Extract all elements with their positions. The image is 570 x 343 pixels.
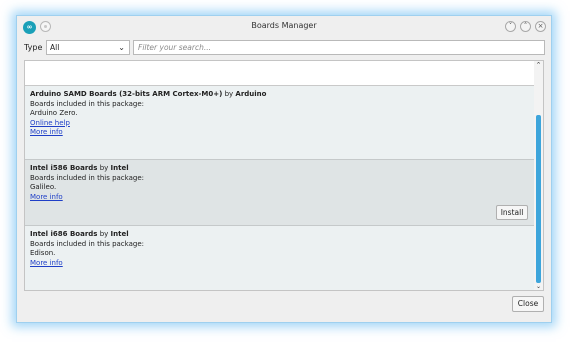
- scroll-up-icon[interactable]: ⌃: [534, 61, 543, 69]
- install-button[interactable]: Install: [496, 205, 528, 220]
- entry-header: Intel i686 Boards by Intel: [30, 230, 530, 240]
- vertical-scrollbar[interactable]: ⌃ ⌄: [534, 61, 543, 290]
- close-window-icon[interactable]: ×: [535, 21, 546, 32]
- board-author: Intel: [110, 230, 129, 238]
- included-label: Boards included in this package:: [30, 239, 144, 248]
- type-label: Type: [24, 43, 43, 52]
- list-item[interactable]: Intel i586 Boards by Intel Boards includ…: [25, 160, 535, 226]
- list-item[interactable]: Arduino SAMD Boards (32-bits ARM Cortex-…: [25, 86, 535, 160]
- more-info-link[interactable]: More info: [30, 193, 63, 201]
- chevron-down-icon: ⌄: [118, 43, 125, 52]
- maximize-icon[interactable]: ˄: [520, 21, 531, 32]
- window-title: Boards Manager: [251, 21, 317, 30]
- included-boards: Arduino Zero.: [30, 109, 78, 117]
- by-label: by: [99, 164, 109, 172]
- minimize-icon[interactable]: ˅: [505, 21, 516, 32]
- by-label: by: [224, 90, 234, 98]
- board-name: Arduino SAMD Boards (32-bits ARM Cortex-…: [30, 90, 223, 98]
- boards-manager-window: ∞ Boards Manager ˅ ˄ × Type All ⌄ Filter…: [16, 15, 552, 323]
- boards-list[interactable]: Arduino SAMD Boards (32-bits ARM Cortex-…: [24, 60, 544, 291]
- included-boards: Galileo.: [30, 183, 57, 191]
- board-name: Intel i686 Boards: [30, 230, 98, 238]
- more-info-link[interactable]: More info: [30, 259, 63, 267]
- list-item[interactable]: [25, 61, 535, 86]
- entry-header: Intel i586 Boards by Intel: [30, 164, 530, 174]
- search-input[interactable]: Filter your search...: [133, 40, 545, 55]
- type-selected-value: All: [50, 43, 60, 52]
- online-help-link[interactable]: Online help: [30, 119, 70, 127]
- close-button[interactable]: Close: [512, 296, 544, 312]
- included-boards: Edison.: [30, 249, 56, 257]
- more-info-link[interactable]: More info: [30, 128, 63, 136]
- board-author: Arduino: [235, 90, 267, 98]
- scrollbar-thumb[interactable]: [536, 115, 541, 283]
- by-label: by: [99, 230, 109, 238]
- board-name: Intel i586 Boards: [30, 164, 98, 172]
- scroll-down-icon[interactable]: ⌄: [534, 284, 543, 290]
- included-label: Boards included in this package:: [30, 173, 144, 182]
- board-author: Intel: [110, 164, 129, 172]
- included-label: Boards included in this package:: [30, 99, 144, 108]
- filter-bar: Type All ⌄ Filter your search...: [17, 40, 551, 56]
- entry-header: Arduino SAMD Boards (32-bits ARM Cortex-…: [30, 90, 530, 100]
- type-dropdown[interactable]: All ⌄: [46, 40, 130, 55]
- title-bar[interactable]: ∞ Boards Manager ˅ ˄ ×: [17, 16, 551, 38]
- list-item[interactable]: Intel i686 Boards by Intel Boards includ…: [25, 226, 535, 290]
